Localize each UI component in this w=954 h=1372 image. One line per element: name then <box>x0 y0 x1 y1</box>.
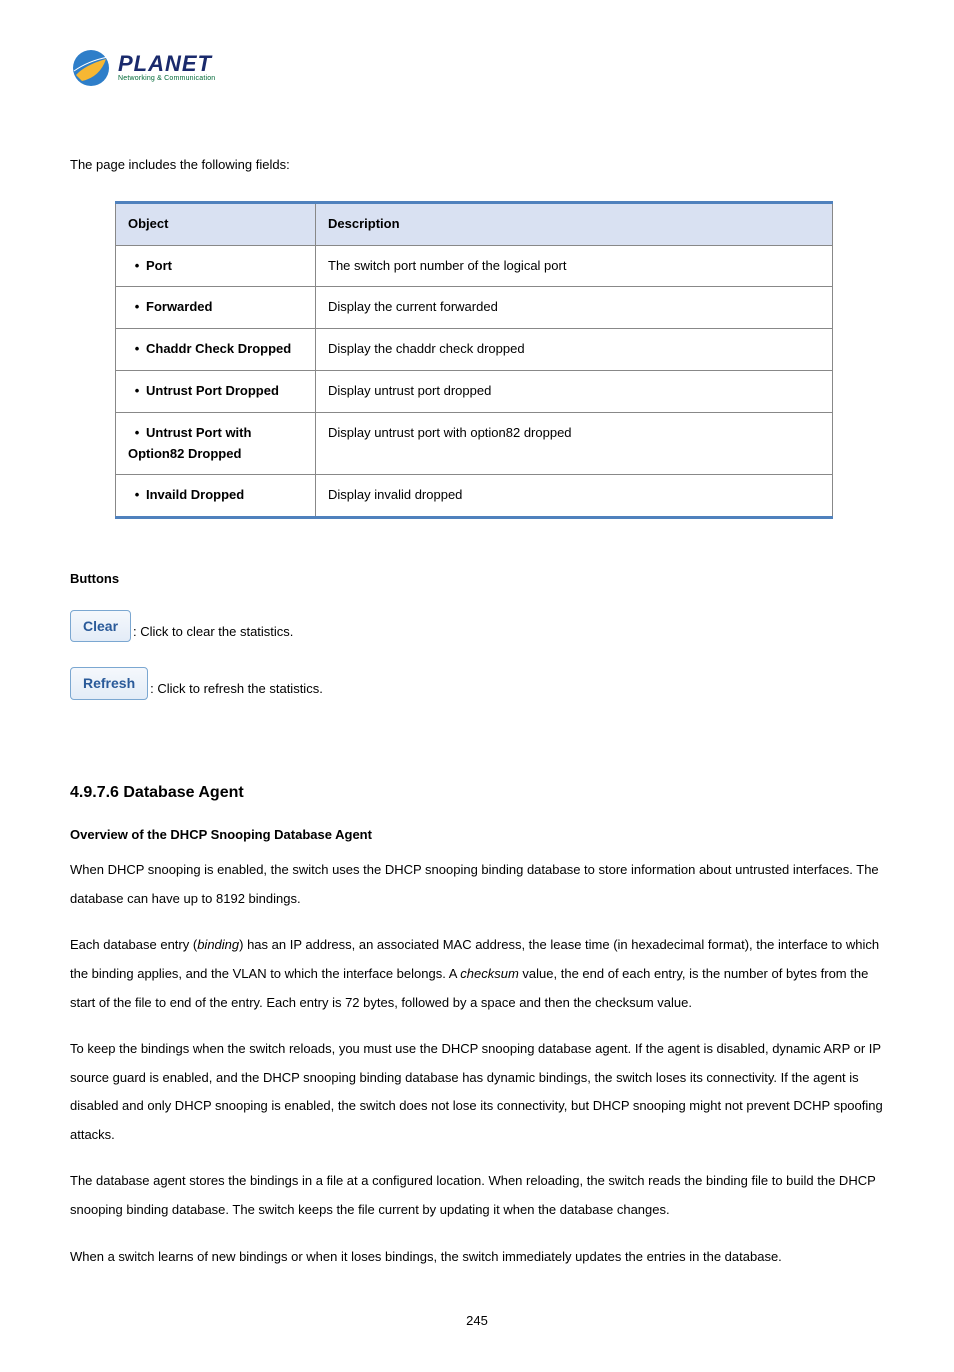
paragraph-5: When a switch learns of new bindings or … <box>70 1243 884 1272</box>
checksum-term: checksum <box>460 966 519 981</box>
refresh-button[interactable]: Refresh <box>70 667 148 699</box>
clear-button[interactable]: Clear <box>70 610 131 642</box>
obj-label: Forwarded <box>146 299 212 314</box>
obj-desc: Display the chaddr check dropped <box>316 329 833 371</box>
header-description: Description <box>316 202 833 245</box>
table-row: •Untrust Port with Option82 Dropped Disp… <box>116 412 833 475</box>
refresh-button-line: Refresh : Click to refresh the statistic… <box>70 667 884 699</box>
clear-desc: : Click to clear the statistics. <box>133 622 293 643</box>
table-row: •Untrust Port Dropped Display untrust po… <box>116 370 833 412</box>
paragraph-1: When DHCP snooping is enabled, the switc… <box>70 856 884 913</box>
table-row: •Forwarded Display the current forwarded <box>116 287 833 329</box>
table-row: •Port The switch port number of the logi… <box>116 245 833 287</box>
clear-button-line: Clear : Click to clear the statistics. <box>70 610 884 642</box>
obj-label: Port <box>146 258 172 273</box>
buttons-heading: Buttons <box>70 569 884 590</box>
paragraph-4: The database agent stores the bindings i… <box>70 1167 884 1224</box>
brand-logo: PLANET Networking & Communication <box>70 40 240 95</box>
obj-label: Invaild Dropped <box>146 487 244 502</box>
binding-term: binding <box>197 937 239 952</box>
obj-desc: Display invalid dropped <box>316 475 833 518</box>
logo-tagline: Networking & Communication <box>118 75 215 82</box>
obj-label: Chaddr Check Dropped <box>146 341 291 356</box>
obj-desc: Display the current forwarded <box>316 287 833 329</box>
obj-desc: Display untrust port dropped <box>316 370 833 412</box>
header-object: Object <box>116 202 316 245</box>
intro-text: The page includes the following fields: <box>70 155 884 176</box>
table-row: •Chaddr Check Dropped Display the chaddr… <box>116 329 833 371</box>
section-title: 4.9.7.6 Database Agent <box>70 780 884 806</box>
overview-heading: Overview of the DHCP Snooping Database A… <box>70 825 884 846</box>
obj-label: Untrust Port Dropped <box>146 383 279 398</box>
refresh-desc: : Click to refresh the statistics. <box>150 679 323 700</box>
obj-desc: The switch port number of the logical po… <box>316 245 833 287</box>
page-number: 245 <box>70 1311 884 1332</box>
obj-desc: Display untrust port with option82 dropp… <box>316 412 833 475</box>
logo-globe-icon <box>70 47 112 89</box>
paragraph-2: Each database entry (binding) has an IP … <box>70 931 884 1017</box>
paragraph-3: To keep the bindings when the switch rel… <box>70 1035 884 1149</box>
logo-brand-text: PLANET <box>118 53 215 75</box>
fields-table: Object Description •Port The switch port… <box>115 201 833 519</box>
obj-label: Untrust Port with Option82 Dropped <box>128 425 251 461</box>
table-row: •Invaild Dropped Display invalid dropped <box>116 475 833 518</box>
